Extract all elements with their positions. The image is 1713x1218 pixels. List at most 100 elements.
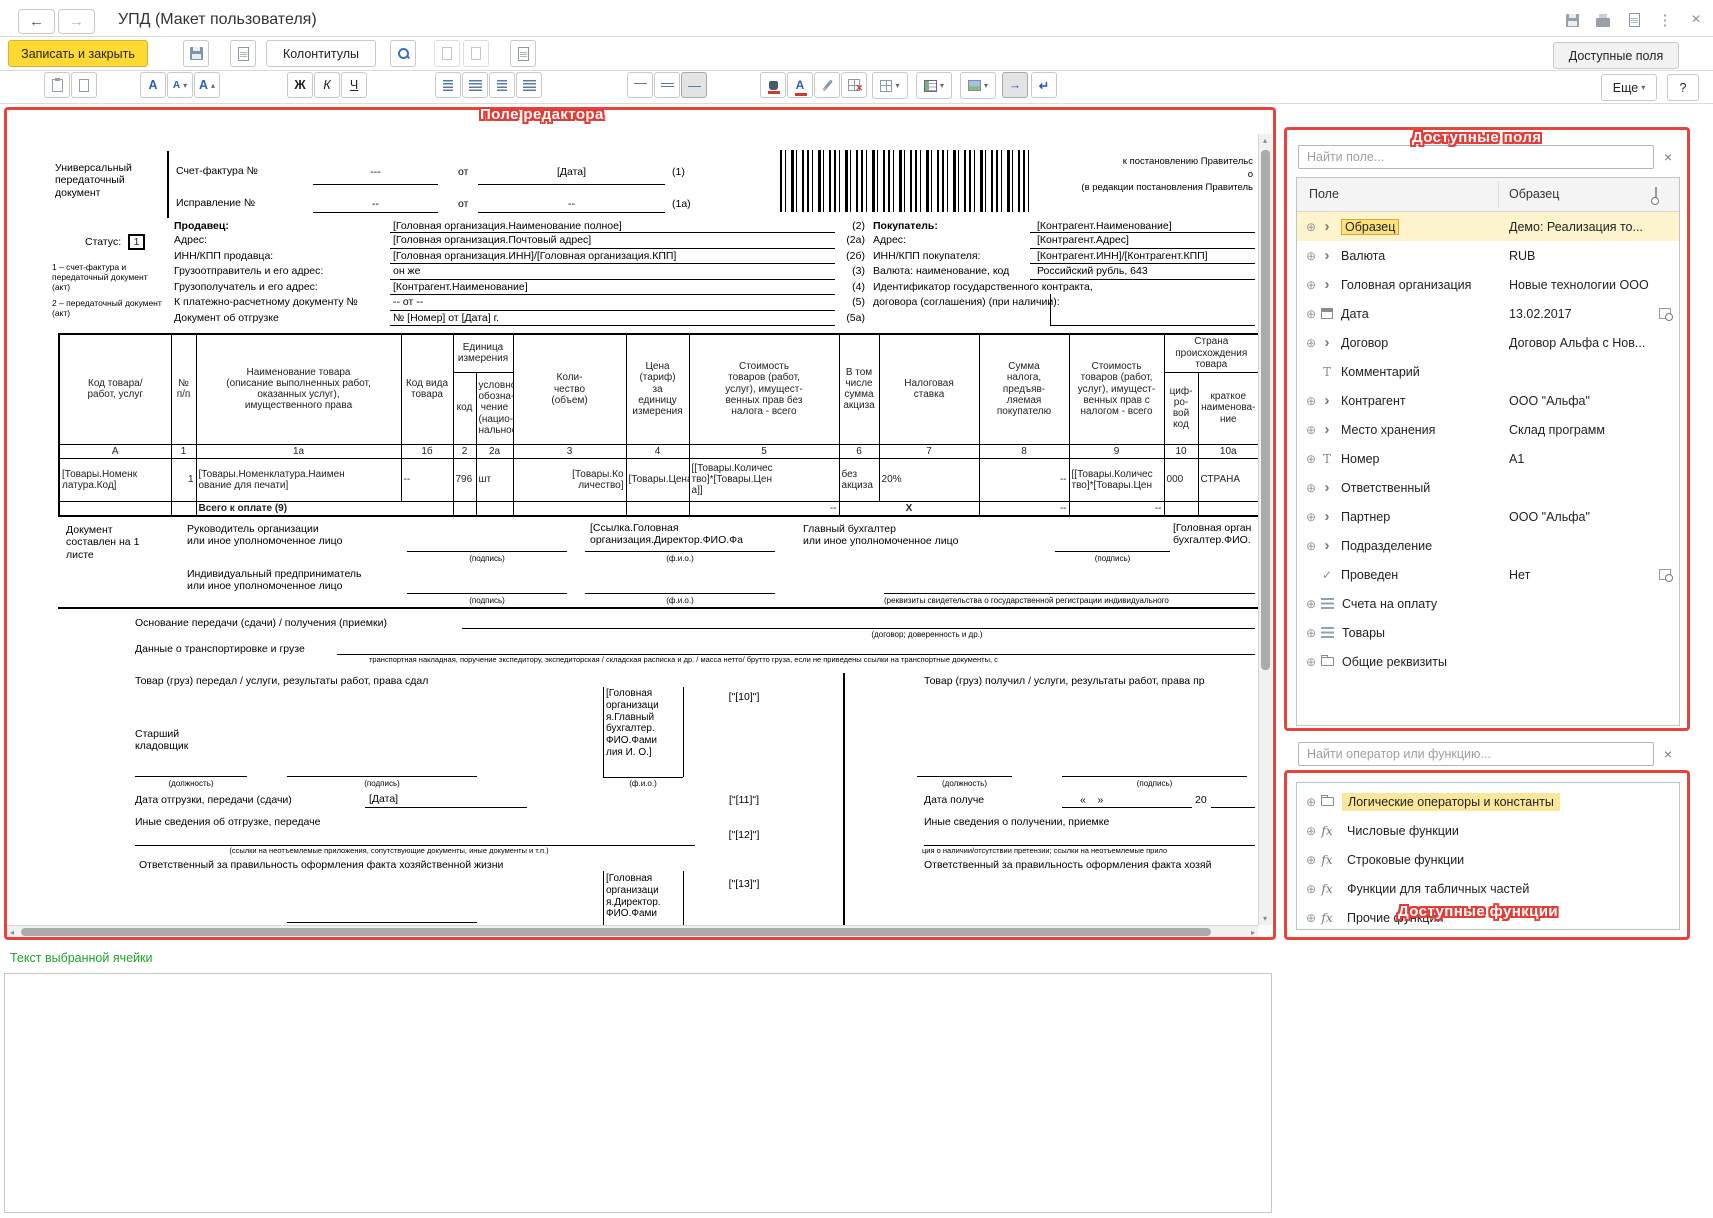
horizontal-scrollbar[interactable]: ◂ ▸: [7, 925, 1258, 937]
function-search-close-icon[interactable]: ×: [1664, 746, 1672, 762]
field-row-11[interactable]: ПартнерООО "Альфа": [1297, 502, 1679, 531]
total-x[interactable]: X: [839, 501, 979, 516]
num-cell[interactable]: 3: [513, 444, 626, 458]
data-goods-name[interactable]: [Товары.Номенклатура.Наимен ование для п…: [196, 458, 401, 501]
field-row-7[interactable]: КонтрагентООО "Альфа": [1297, 386, 1679, 415]
add-field-icon[interactable]: [1303, 306, 1319, 322]
field-row-3[interactable]: Головная организацияНовые технологии ООО: [1297, 270, 1679, 299]
num-cell[interactable]: 2: [453, 444, 476, 458]
paste-style-button[interactable]: [463, 40, 489, 67]
status-value-box[interactable]: 1: [128, 234, 145, 250]
field-row-16[interactable]: Общие реквизиты: [1297, 647, 1679, 676]
borders-dropdown[interactable]: ▾: [872, 72, 908, 99]
table-dropdown[interactable]: ▾: [916, 72, 952, 99]
fields-table[interactable]: Поле Образец ОбразецДемо: Реализация то.…: [1296, 177, 1680, 726]
data-cost-with-tax[interactable]: [[Товары.Количес тво]*[Товары.Цен: [1069, 458, 1164, 501]
field-label[interactable]: Общие реквизиты: [1342, 655, 1447, 669]
vertical-scrollbar[interactable]: ▴ ▾: [1258, 134, 1272, 925]
total-label[interactable]: Всего к оплате (9): [196, 501, 453, 516]
decrease-font-icon[interactable]: A▾: [167, 72, 193, 98]
expand-chevron-icon[interactable]: [1319, 219, 1335, 235]
num-cell[interactable]: 10: [1164, 444, 1198, 458]
close-icon[interactable]: ×: [1685, 10, 1707, 30]
bold-button[interactable]: Ж: [287, 72, 313, 98]
underline-button[interactable]: Ч: [341, 72, 367, 98]
data-country-name[interactable]: СТРАНА: [1198, 458, 1258, 501]
save-icon[interactable]: [1561, 10, 1583, 30]
column-settings-icon[interactable]: [1655, 187, 1657, 203]
num-cell[interactable]: 5: [689, 444, 839, 458]
field-row-4[interactable]: Дата13.02.2017: [1297, 299, 1679, 328]
find-button[interactable]: [390, 40, 416, 67]
help-button[interactable]: ?: [1667, 74, 1699, 101]
field-label[interactable]: Дата: [1341, 307, 1369, 321]
add-field-icon[interactable]: [1303, 335, 1319, 351]
field-label[interactable]: Товары: [1342, 626, 1385, 640]
num-cell[interactable]: 4: [626, 444, 689, 458]
data-price[interactable]: [Товары.Цена]: [626, 458, 689, 501]
fields-col-sample[interactable]: Образец: [1509, 187, 1559, 201]
col-header-goods-code[interactable]: Код товара/ работ, услуг: [59, 334, 171, 444]
save-button[interactable]: [183, 40, 209, 67]
function-search-input[interactable]: [1298, 742, 1654, 766]
align-center-icon[interactable]: [462, 72, 488, 98]
num-cell[interactable]: 6: [839, 444, 879, 458]
field-row-6[interactable]: Комментарий: [1297, 357, 1679, 386]
function-group-1[interactable]: Логические операторы и константы: [1297, 787, 1679, 816]
page-setup-button[interactable]: [510, 40, 536, 67]
scroll-up-icon[interactable]: ▴: [1263, 136, 1267, 145]
settings-icon[interactable]: [1659, 569, 1671, 580]
field-row-15[interactable]: Товары: [1297, 618, 1679, 647]
data-cost-no-tax[interactable]: [[Товары.Количес тво]*[Товары.Цен а]]: [689, 458, 839, 501]
increase-font-icon[interactable]: A▴: [194, 72, 220, 98]
col-header-line-no[interactable]: № п/п: [171, 334, 196, 444]
field-row-1[interactable]: ОбразецДемо: Реализация то...: [1297, 212, 1679, 241]
copy-icon[interactable]: [71, 72, 97, 98]
available-fields-button[interactable]: Доступные поля: [1553, 42, 1679, 69]
add-field-icon[interactable]: [1303, 219, 1319, 235]
function-group-label[interactable]: Строковые функции: [1341, 851, 1470, 869]
valign-bottom-icon[interactable]: [681, 72, 707, 98]
num-cell[interactable]: 1б: [401, 444, 453, 458]
clear-format-icon[interactable]: [841, 72, 867, 98]
italic-button[interactable]: К: [314, 72, 340, 98]
field-row-14[interactable]: Счета на оплату: [1297, 589, 1679, 618]
data-qty[interactable]: [Товары.Ко личество]: [513, 458, 626, 501]
total-cost-no-tax[interactable]: --: [689, 501, 839, 516]
total-cost-with-tax[interactable]: --: [1069, 501, 1164, 516]
preview-button[interactable]: [230, 40, 256, 67]
field-label[interactable]: Контрагент: [1341, 394, 1406, 408]
paste-icon[interactable]: [44, 72, 70, 98]
expand-chevron-icon[interactable]: [1319, 422, 1335, 438]
data-goods-kind[interactable]: --: [401, 458, 453, 501]
expand-chevron-icon[interactable]: [1319, 248, 1335, 264]
add-field-icon[interactable]: [1303, 538, 1319, 554]
add-field-icon[interactable]: [1303, 422, 1319, 438]
num-cell[interactable]: 9: [1069, 444, 1164, 458]
save-and-close-button[interactable]: Записать и закрыть: [8, 40, 148, 67]
expand-plus-icon[interactable]: [1303, 852, 1319, 868]
expand-plus-icon[interactable]: [1303, 794, 1319, 810]
num-cell[interactable]: А: [59, 444, 171, 458]
data-line-no[interactable]: 1: [171, 458, 196, 501]
add-field-icon[interactable]: [1303, 248, 1319, 264]
data-country-code[interactable]: 000: [1164, 458, 1198, 501]
add-field-icon[interactable]: [1303, 393, 1319, 409]
selected-cell-text-area[interactable]: [4, 973, 1272, 1213]
col-header-goods-name[interactable]: Наименование товара (описание выполненны…: [196, 334, 401, 444]
function-group-label[interactable]: Логические операторы и константы: [1342, 793, 1560, 811]
num-cell[interactable]: 7: [879, 444, 979, 458]
product-table[interactable]: Код товара/ работ, услуг № п/п Наименова…: [58, 333, 1258, 517]
more-button[interactable]: Еще▾: [1601, 74, 1657, 101]
expand-chevron-icon[interactable]: [1319, 480, 1335, 496]
col-header-unit-symbol[interactable]: условное обозна- чение (нацио- нальное): [476, 372, 513, 444]
data-goods-code[interactable]: [Товары.Номенк латура.Код]: [59, 458, 171, 501]
col-header-cost-no-tax[interactable]: Стоимость товаров (работ, услуг), имущес…: [689, 334, 839, 444]
print-preview-icon[interactable]: [1623, 10, 1645, 30]
data-tax-sum[interactable]: --: [979, 458, 1069, 501]
data-unit-code[interactable]: 796: [453, 458, 476, 501]
add-field-icon[interactable]: [1303, 451, 1319, 467]
data-excise[interactable]: без акциза: [839, 458, 879, 501]
add-field-icon[interactable]: [1303, 509, 1319, 525]
field-row-9[interactable]: НомерА1: [1297, 444, 1679, 473]
